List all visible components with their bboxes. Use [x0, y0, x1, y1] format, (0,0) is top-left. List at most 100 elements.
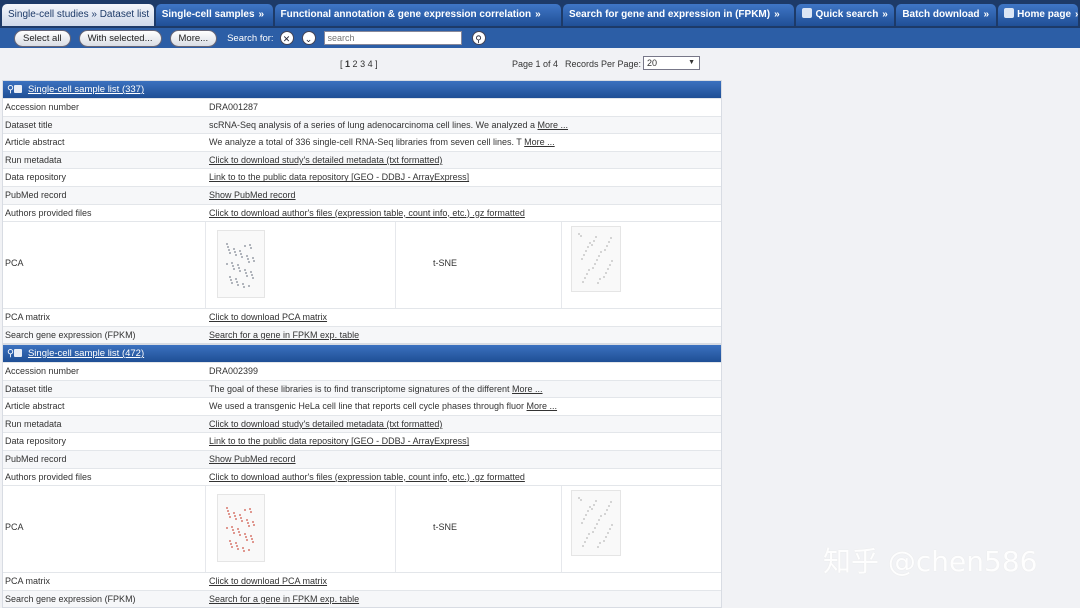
pca-point — [233, 268, 235, 271]
pca-point — [227, 246, 229, 249]
page-link-3[interactable]: 3 — [360, 59, 365, 69]
pubmed-link[interactable]: Show PubMed record — [209, 451, 296, 468]
tab-label: Single-cell studies » Dataset list — [8, 9, 150, 20]
author-files-link[interactable]: Click to download author's files (expres… — [209, 205, 525, 222]
panel-header: ⚲ Single-cell sample list (472) — [3, 345, 721, 362]
pca-point — [249, 508, 251, 511]
pca-point — [229, 540, 231, 543]
grid-icon — [802, 8, 813, 18]
tsne-point — [587, 510, 589, 513]
pca-point — [228, 249, 230, 252]
pca-point — [226, 243, 228, 246]
author-files-link[interactable]: Click to download author's files (expres… — [209, 469, 525, 486]
tsne-point — [581, 258, 583, 261]
tab-separator: » — [535, 9, 541, 20]
data-repository-row: Data repository Link to to the public dat… — [3, 432, 721, 450]
pca-point — [240, 253, 242, 256]
pca-plot-image[interactable] — [217, 494, 265, 563]
pubmed-row: PubMed record Show PubMed record — [3, 449, 721, 468]
tab-2[interactable]: Functional annotation & gene expression … — [274, 4, 561, 26]
pca-matrix-link[interactable]: Click to download PCA matrix — [209, 309, 327, 326]
pca-point — [239, 250, 241, 253]
tab-3[interactable]: Search for gene and expression in (FPKM)… — [562, 4, 795, 26]
sample-list-link[interactable]: Single-cell sample list (472) — [28, 348, 144, 359]
tab-label: Home page — [1017, 9, 1072, 20]
pca-point — [251, 274, 253, 277]
pca-point — [244, 509, 246, 512]
pca-point — [237, 548, 239, 551]
run-metadata-link[interactable]: Click to download study's detailed metad… — [209, 416, 442, 433]
pca-point — [234, 515, 236, 518]
tsne-point — [595, 500, 597, 503]
records-per-page-select[interactable]: 20 ▼ — [643, 56, 700, 70]
search-icon[interactable]: ⚲ — [7, 348, 14, 359]
select-all-button[interactable]: Select all — [14, 29, 71, 47]
page-link-2[interactable]: 2 — [353, 59, 358, 69]
tsne-point — [591, 244, 593, 247]
page-link-1[interactable]: 1 — [345, 59, 350, 69]
pubmed-link[interactable]: Show PubMed record — [209, 187, 296, 204]
search-input[interactable] — [323, 31, 462, 45]
chevron-down-icon[interactable]: ⌄ — [301, 31, 316, 45]
pca-point — [241, 256, 243, 259]
tsne-point — [597, 546, 599, 549]
page-link-4[interactable]: 4 — [368, 59, 373, 69]
sample-list-link[interactable]: Single-cell sample list (337) — [28, 84, 144, 95]
pca-matrix-link[interactable]: Click to download PCA matrix — [209, 573, 327, 590]
tab-0[interactable]: Single-cell studies » Dataset list — [2, 4, 154, 26]
pca-matrix-row: PCA matrix Click to download PCA matrix — [3, 308, 721, 326]
tab-6[interactable]: Home page» — [998, 4, 1078, 26]
tab-5[interactable]: Batch download» — [896, 4, 997, 26]
pca-point — [242, 283, 244, 286]
pca-point — [239, 514, 241, 517]
tsne-point — [591, 508, 593, 511]
tab-4[interactable]: Quick search» — [796, 4, 895, 26]
pca-plot-image[interactable] — [217, 230, 265, 299]
tab-1[interactable]: Single-cell samples» — [155, 4, 273, 26]
tab-label: Single-cell samples — [161, 9, 255, 20]
tsne-point — [586, 537, 588, 540]
pca-point — [250, 271, 252, 274]
more-link[interactable]: More ... — [538, 120, 569, 130]
abstract-row: Article abstract We used a transgenic HeL… — [3, 397, 721, 415]
search-icon[interactable]: ⚲ — [471, 31, 486, 45]
more-button[interactable]: More... — [169, 29, 218, 47]
pca-matrix-row: PCA matrix Click to download PCA matrix — [3, 572, 721, 590]
with-selected-button[interactable]: With selected... — [78, 29, 162, 47]
tsne-point — [598, 255, 600, 258]
search-gene-link[interactable]: Search for a gene in FPKM exp. table — [209, 327, 359, 344]
pca-point — [235, 518, 237, 521]
more-link[interactable]: More ... — [527, 401, 558, 411]
pca-point — [236, 281, 238, 284]
run-metadata-link[interactable]: Click to download study's detailed metad… — [209, 152, 442, 169]
pca-point — [240, 517, 242, 520]
data-repository-link[interactable]: Link to to the public data repository [G… — [209, 433, 469, 450]
checkbox-icon[interactable] — [13, 349, 22, 357]
tsne-label: t-SNE — [433, 258, 458, 269]
tsne-point — [610, 501, 612, 504]
checkbox-icon[interactable] — [13, 85, 22, 93]
pca-point — [233, 248, 235, 251]
tsne-point — [600, 251, 602, 254]
pca-point — [227, 510, 229, 513]
pca-point — [231, 546, 233, 549]
more-link[interactable]: More ... — [512, 384, 543, 394]
pca-point — [232, 529, 234, 532]
tsne-plot-image[interactable] — [571, 490, 621, 557]
tsne-plot-image[interactable] — [571, 226, 621, 293]
pca-point — [242, 547, 244, 550]
more-link[interactable]: More ... — [524, 137, 555, 147]
tsne-point — [593, 240, 595, 243]
pca-point — [246, 519, 248, 522]
accession-value: DRA002399 — [209, 366, 259, 376]
pca-point — [229, 516, 231, 519]
data-repository-link[interactable]: Link to to the public data repository [G… — [209, 169, 469, 186]
clear-icon[interactable]: ✕ — [279, 31, 294, 45]
pca-point — [237, 528, 239, 531]
tab-label: Batch download — [902, 9, 980, 20]
pca-point — [237, 264, 239, 267]
tsne-point — [594, 263, 596, 266]
search-icon[interactable]: ⚲ — [7, 84, 14, 95]
pca-point — [235, 278, 237, 281]
search-for-label: Search for: — [227, 32, 274, 44]
